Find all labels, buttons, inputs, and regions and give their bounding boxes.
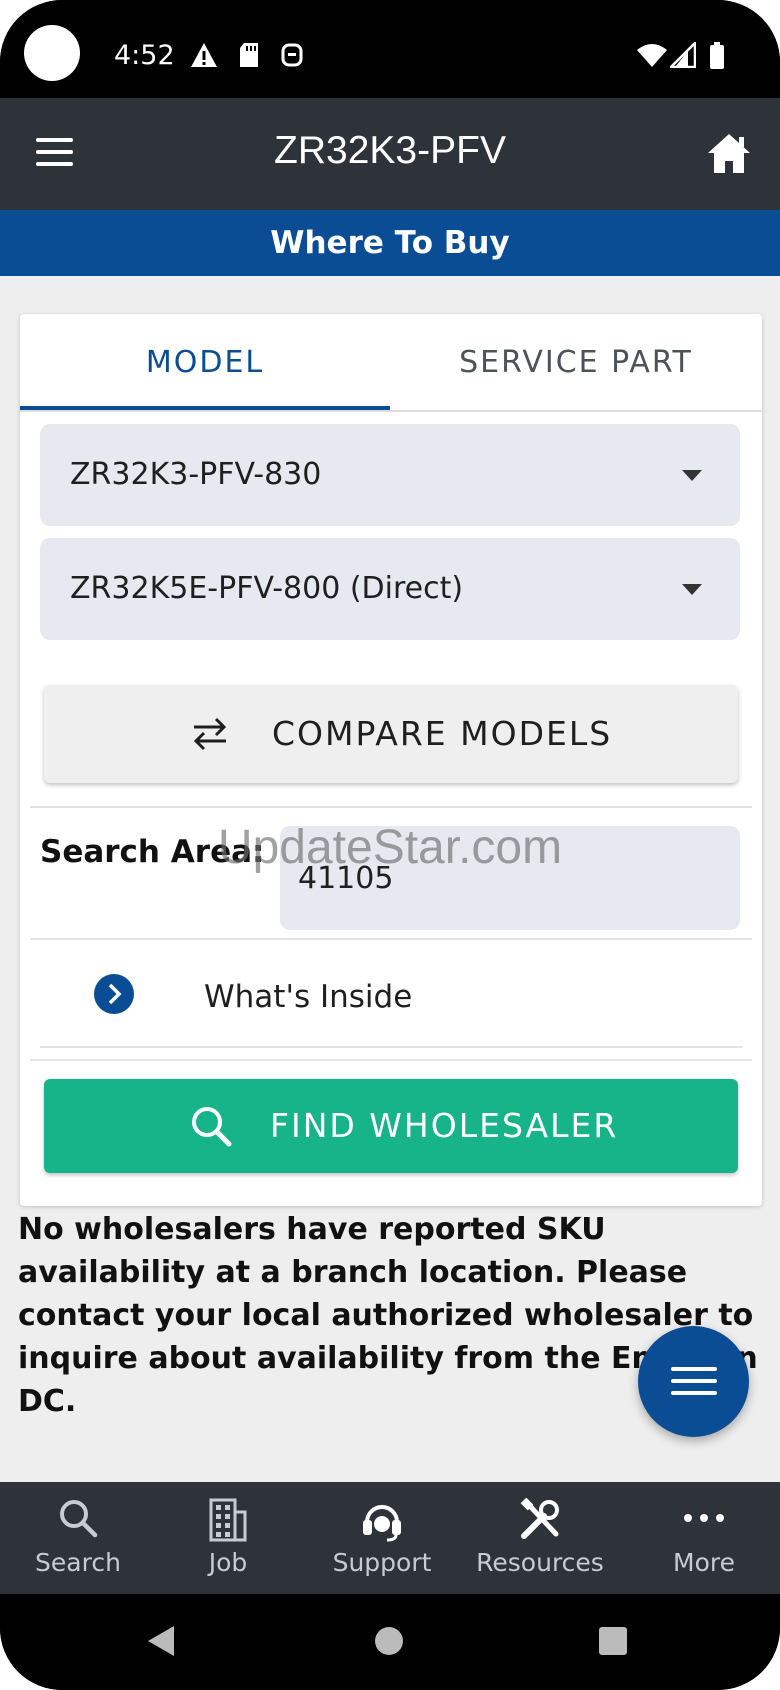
back-icon[interactable]: [146, 1624, 176, 1658]
nav-job-label: Job: [208, 1548, 248, 1577]
nav-job[interactable]: Job: [150, 1482, 306, 1594]
chevron-down-icon: [682, 584, 702, 595]
nav-resources-label: Resources: [476, 1548, 604, 1577]
wifi-icon: [637, 44, 667, 67]
search-icon: [60, 1500, 98, 1538]
compare-models-label: COMPARE MODELS: [272, 714, 613, 753]
whats-inside-row[interactable]: What's Inside: [40, 941, 740, 1047]
replacement-model-select[interactable]: ZR32K5E-PFV-800 (Direct): [40, 538, 740, 640]
battery-icon: [710, 42, 724, 69]
warning-icon: [191, 43, 217, 67]
bottom-navigation: Search Job Support Resources More: [0, 1482, 780, 1594]
search-area-label: Search Area:: [40, 834, 265, 870]
sd-card-icon: [240, 43, 258, 67]
phone-screen: 4:52 ZR32K3-PFV Where To Buy MODEL SERVI…: [0, 0, 780, 1690]
nav-search[interactable]: Search: [0, 1482, 156, 1594]
home-circle-icon[interactable]: [374, 1626, 404, 1656]
cell-signal-icon: [670, 42, 696, 68]
nav-more[interactable]: More: [626, 1482, 780, 1594]
nav-search-label: Search: [35, 1548, 121, 1577]
menu-line: [671, 1367, 717, 1371]
menu-line: [671, 1379, 717, 1383]
home-icon[interactable]: [705, 131, 753, 175]
search-card: MODEL SERVICE PART ZR32K3-PFV-830 ZR32K5…: [20, 314, 762, 1206]
compare-models-button[interactable]: COMPARE MODELS: [44, 685, 738, 783]
divider: [30, 1059, 752, 1061]
divider: [40, 1046, 742, 1048]
nav-resources[interactable]: Resources: [462, 1482, 618, 1594]
tab-service-part[interactable]: SERVICE PART: [390, 314, 762, 412]
find-wholesaler-label: FIND WHOLESALER: [270, 1106, 619, 1145]
app-bar: ZR32K3-PFV: [0, 98, 780, 210]
tools-icon: [520, 1498, 559, 1539]
swap-arrows-icon: [193, 717, 227, 751]
floating-menu-button[interactable]: [638, 1326, 749, 1437]
divider: [30, 938, 752, 940]
nav-support[interactable]: Support: [304, 1482, 460, 1594]
page-title: ZR32K3-PFV: [274, 129, 506, 172]
divider: [30, 806, 752, 808]
nav-more-label: More: [673, 1548, 735, 1577]
model-select-value: ZR32K3-PFV-830: [70, 457, 322, 492]
menu-line: [671, 1391, 717, 1395]
more-dots-icon: [684, 1514, 724, 1522]
model-select[interactable]: ZR32K3-PFV-830: [40, 424, 740, 526]
chevron-down-icon: [682, 470, 702, 481]
search-area-input[interactable]: [280, 826, 740, 930]
where-to-buy-banner: Where To Buy: [0, 210, 780, 276]
whats-inside-label: What's Inside: [204, 979, 413, 1015]
active-tab-indicator: [20, 406, 390, 410]
status-bar: 4:52: [0, 0, 780, 98]
status-time: 4:52: [114, 40, 175, 71]
system-navigation-bar: [0, 1594, 780, 1690]
headset-icon: [363, 1505, 401, 1542]
chevron-right-circle-icon: [94, 974, 134, 1014]
camera-cutout: [24, 25, 80, 81]
recents-icon[interactable]: [598, 1626, 628, 1656]
main-content: MODEL SERVICE PART ZR32K3-PFV-830 ZR32K5…: [0, 276, 780, 1482]
vpn-badge-icon: [281, 43, 303, 67]
tab-bar: MODEL SERVICE PART: [20, 314, 762, 412]
search-icon: [192, 1107, 232, 1147]
nav-support-label: Support: [332, 1548, 432, 1577]
find-wholesaler-button[interactable]: FIND WHOLESALER: [44, 1079, 738, 1173]
replacement-select-value: ZR32K5E-PFV-800 (Direct): [70, 571, 464, 606]
tab-model[interactable]: MODEL: [20, 314, 390, 412]
building-icon: [209, 1498, 247, 1542]
